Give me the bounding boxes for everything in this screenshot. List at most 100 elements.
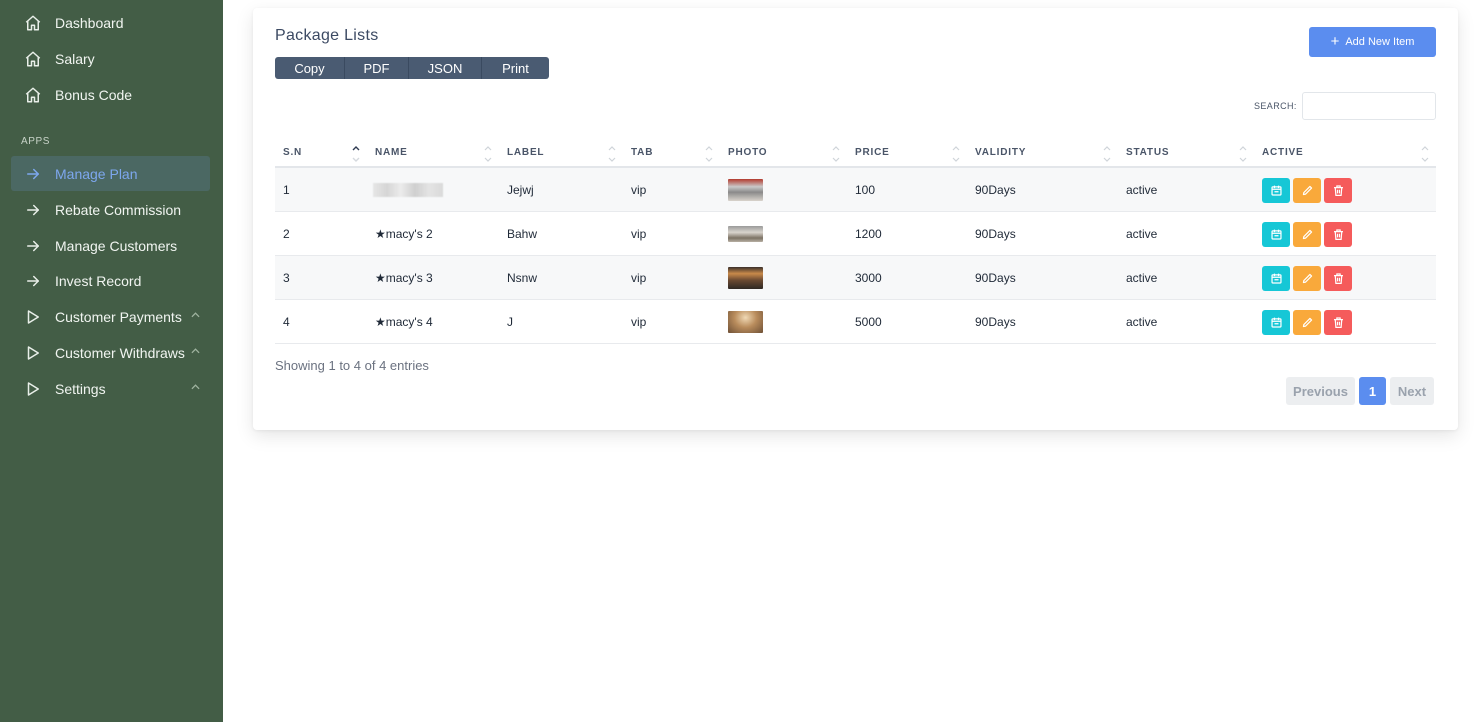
column-header-tab[interactable]: TAB — [631, 139, 653, 166]
cell-validity: 90Days — [975, 271, 1016, 285]
sidebar-item-settings[interactable]: Settings — [11, 371, 210, 406]
cell-tab: vip — [631, 183, 647, 197]
arrow-right-icon — [21, 234, 45, 258]
view-button[interactable] — [1262, 177, 1290, 203]
sidebar-item-rebate-commission[interactable]: Rebate Commission — [11, 192, 210, 227]
cell-status: active — [1126, 271, 1158, 285]
cell-validity: 90Days — [975, 315, 1016, 329]
sidebar-item-label: Manage Customers — [55, 237, 178, 254]
column-header-sn[interactable]: S.N — [283, 139, 302, 166]
next-page-button[interactable]: Next — [1390, 377, 1434, 405]
view-button[interactable] — [1262, 221, 1290, 247]
arrow-right-icon — [21, 198, 45, 222]
table-info: Showing 1 to 4 of 4 entries — [275, 358, 429, 373]
column-header-validity[interactable]: VALIDITY — [975, 139, 1026, 166]
json-button[interactable]: JSON — [409, 57, 482, 79]
cell-photo — [728, 212, 763, 256]
table-row: 2 ★macy's 2 Bahw vip 1200 90Days active — [275, 212, 1436, 256]
edit-button[interactable] — [1293, 221, 1321, 247]
sort-icon[interactable] — [1421, 145, 1429, 163]
cell-price: 3000 — [855, 271, 882, 285]
cell-photo — [728, 300, 763, 344]
sidebar-item-customer-withdraws[interactable]: Customer Withdraws — [11, 335, 210, 370]
table-row: 1 Jejwj vip 100 90Days active — [275, 168, 1436, 212]
chevron-up-icon — [190, 345, 200, 357]
cell-price: 1200 — [855, 227, 882, 241]
sidebar-item-label: Customer Payments — [55, 308, 182, 325]
home-icon — [21, 47, 45, 71]
sidebar-item-manage-plan[interactable]: Manage Plan — [11, 156, 210, 191]
sidebar-item-bonus-code[interactable]: Bonus Code — [11, 77, 210, 112]
cell-label: Bahw — [507, 227, 538, 241]
cell-status: active — [1126, 315, 1158, 329]
edit-button[interactable] — [1293, 177, 1321, 203]
cell-sn: 4 — [283, 315, 290, 329]
sidebar-item-label: Invest Record — [55, 272, 142, 289]
sidebar-item-salary[interactable]: Salary — [11, 41, 210, 76]
cell-name: ★macy's 3 — [375, 271, 433, 285]
column-header-price[interactable]: PRICE — [855, 139, 890, 166]
table-row: 4 ★macy's 4 J vip 5000 90Days active — [275, 300, 1436, 344]
view-button[interactable] — [1262, 265, 1290, 291]
column-header-label[interactable]: LABEL — [507, 139, 544, 166]
cell-name — [373, 168, 443, 212]
sort-icon[interactable] — [1239, 145, 1247, 163]
sidebar-item-label: Bonus Code — [55, 86, 133, 103]
search-input[interactable] — [1302, 92, 1436, 120]
view-button[interactable] — [1262, 309, 1290, 335]
sidebar-item-label: Settings — [55, 380, 106, 397]
column-header-status[interactable]: STATUS — [1126, 139, 1169, 166]
cell-sn: 3 — [283, 271, 290, 285]
delete-button[interactable] — [1324, 309, 1352, 335]
pencil-icon — [1302, 273, 1312, 283]
sort-ascending-icon[interactable] — [352, 145, 360, 163]
cell-validity: 90Days — [975, 183, 1016, 197]
sort-icon[interactable] — [1103, 145, 1111, 163]
sort-icon[interactable] — [484, 145, 492, 163]
package-photo — [728, 267, 763, 289]
arrow-right-icon — [21, 269, 45, 293]
package-photo — [728, 311, 763, 333]
page-1-button[interactable]: 1 — [1359, 377, 1386, 405]
delete-button[interactable] — [1324, 221, 1352, 247]
sidebar-item-dashboard[interactable]: Dashboard — [11, 5, 210, 40]
sidebar-item-invest-record[interactable]: Invest Record — [11, 263, 210, 298]
cell-sn: 1 — [283, 183, 290, 197]
edit-button[interactable] — [1293, 309, 1321, 335]
cell-actions — [1262, 168, 1355, 212]
sort-icon[interactable] — [608, 145, 616, 163]
play-icon — [21, 377, 45, 401]
pencil-icon — [1302, 317, 1312, 327]
sidebar-item-label: Customer Withdraws — [55, 344, 185, 361]
previous-page-button[interactable]: Previous — [1286, 377, 1355, 405]
cell-photo — [728, 256, 763, 300]
delete-button[interactable] — [1324, 177, 1352, 203]
package-list-card: Package Lists Copy PDF JSON Print + Add … — [253, 8, 1458, 430]
cell-label: J — [507, 315, 513, 329]
delete-button[interactable] — [1324, 265, 1352, 291]
sidebar-item-manage-customers[interactable]: Manage Customers — [11, 228, 210, 263]
sort-icon[interactable] — [952, 145, 960, 163]
pagination: Previous 1 Next — [1286, 377, 1434, 405]
print-button[interactable]: Print — [482, 57, 549, 79]
column-header-name[interactable]: NAME — [375, 139, 408, 166]
cell-status: active — [1126, 183, 1158, 197]
copy-button[interactable]: Copy — [275, 57, 345, 79]
chevron-up-icon — [190, 309, 200, 321]
column-header-photo[interactable]: PHOTO — [728, 139, 767, 166]
redacted-name — [373, 183, 443, 197]
cell-label: Nsnw — [507, 271, 538, 285]
table-header: S.N NAME LABEL TAB PHOTO PRICE VALIDITY … — [275, 139, 1436, 168]
sort-icon[interactable] — [832, 145, 840, 163]
pencil-icon — [1302, 185, 1312, 195]
export-button-group: Copy PDF JSON Print — [275, 57, 549, 79]
sidebar-item-customer-payments[interactable]: Customer Payments — [11, 299, 210, 334]
trash-icon — [1333, 316, 1343, 328]
trash-icon — [1333, 228, 1343, 240]
calendar-icon — [1270, 185, 1282, 196]
sort-icon[interactable] — [705, 145, 713, 163]
edit-button[interactable] — [1293, 265, 1321, 291]
pdf-button[interactable]: PDF — [345, 57, 409, 79]
add-new-item-button[interactable]: + Add New Item — [1309, 27, 1436, 57]
column-header-active[interactable]: ACTIVE — [1262, 139, 1303, 166]
